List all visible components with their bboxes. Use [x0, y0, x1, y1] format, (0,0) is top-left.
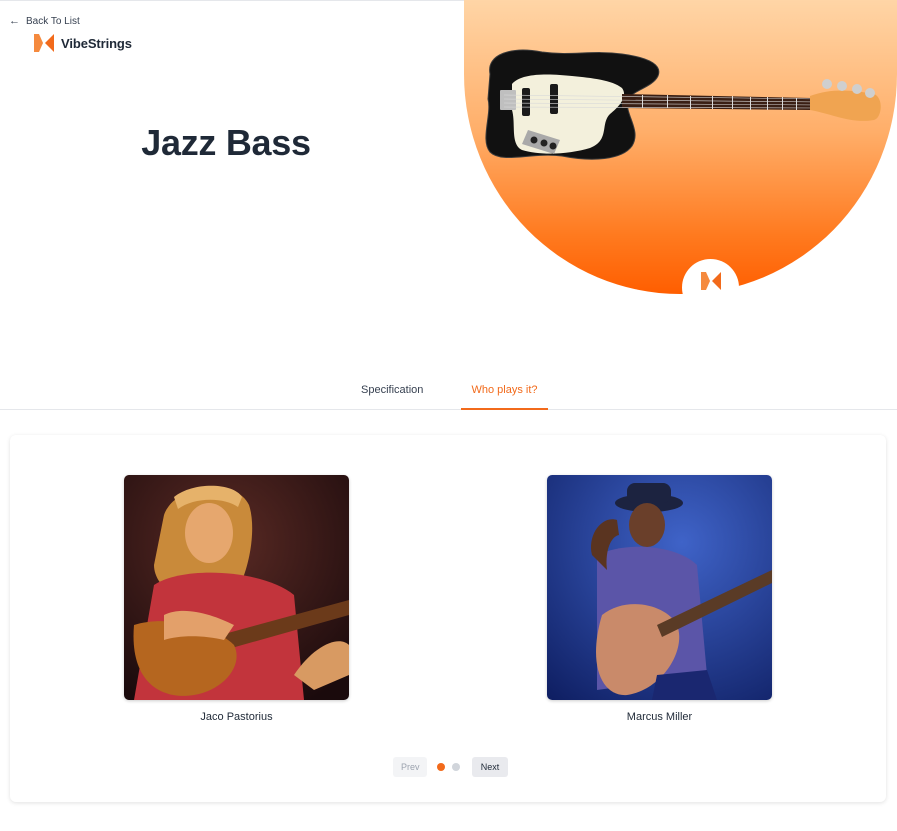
hero-logo-badge [682, 259, 739, 316]
back-to-list-label: Back To List [26, 16, 80, 27]
page-dot-active[interactable] [437, 763, 445, 771]
players-card: Jaco Pastorius Marcus Miller Prev Next [10, 435, 886, 802]
tab-bar: Specification Who plays it? [0, 378, 897, 410]
page-dot[interactable] [452, 763, 460, 771]
arrow-left-icon: ← [9, 15, 20, 27]
back-to-list-link[interactable]: ← Back To List [9, 15, 80, 28]
player-card[interactable]: Jaco Pastorius [124, 475, 349, 723]
player-name: Jaco Pastorius [200, 711, 273, 723]
product-title: Jazz Bass [141, 122, 311, 163]
tab-who-plays-it[interactable]: Who plays it? [461, 378, 548, 410]
brand-name: VibeStrings [61, 35, 132, 51]
hero-banner [464, 0, 897, 294]
tab-specification[interactable]: Specification [361, 378, 423, 410]
vibestrings-logo-icon [34, 34, 54, 52]
pagination: Prev Next [393, 757, 508, 777]
brand[interactable]: VibeStrings [34, 34, 132, 52]
vibestrings-badge-icon [700, 272, 721, 295]
next-button[interactable]: Next [472, 757, 508, 777]
bass-guitar-image [485, 49, 881, 160]
player-photo [547, 475, 772, 700]
player-card[interactable]: Marcus Miller [547, 475, 772, 723]
player-photo [124, 475, 349, 700]
prev-button[interactable]: Prev [393, 757, 427, 777]
player-name: Marcus Miller [626, 711, 693, 723]
